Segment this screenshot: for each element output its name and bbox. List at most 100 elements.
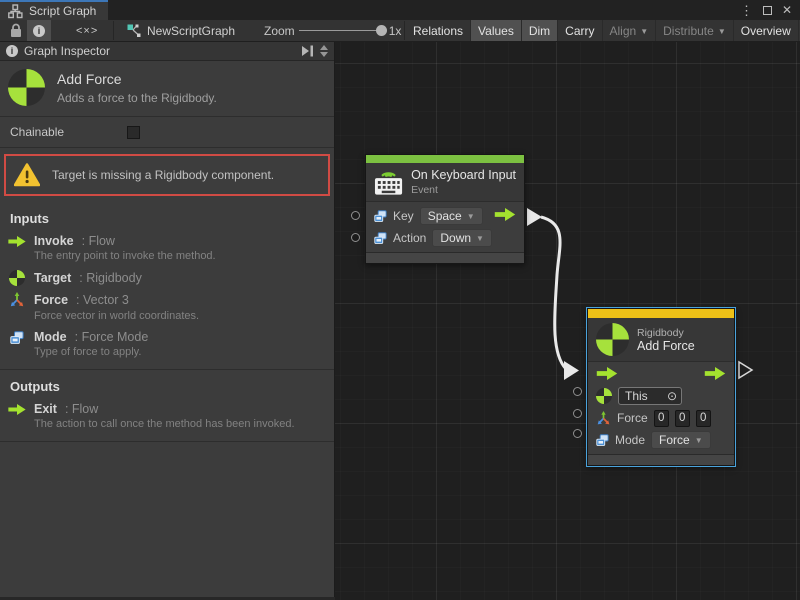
lock-button[interactable] [3, 20, 29, 41]
port-description: The entry point to invoke the method. [34, 250, 324, 262]
tab-script-graph[interactable]: Script Graph [0, 0, 108, 20]
inspector-header: i Graph Inspector [0, 42, 334, 61]
divider [0, 147, 334, 148]
divider [0, 441, 334, 442]
close-icon[interactable]: ✕ [782, 4, 792, 16]
node-category: Rigidbody [637, 327, 695, 339]
dim-button[interactable]: Dim [521, 20, 557, 41]
key-port[interactable] [351, 211, 360, 220]
chevron-down-icon: ▼ [476, 233, 484, 243]
unit-description: Adds a force to the Rigidbody. [57, 91, 217, 105]
input-row-target: Target Rigidbody [0, 267, 334, 289]
flow-continuation-arrow [739, 362, 752, 378]
flow-row [588, 365, 734, 385]
flow-arrow-icon [494, 208, 516, 221]
add-force-node[interactable]: Rigidbody Add Force This [587, 308, 735, 466]
kebab-menu-icon[interactable]: ⋮ [740, 4, 753, 17]
graph-breadcrumb[interactable]: NewScriptGraph [127, 24, 235, 38]
hierarchy-icon [8, 4, 23, 19]
key-row: Key Space▼ [366, 205, 524, 227]
vector3-icon [8, 292, 26, 308]
action-label: Action [393, 231, 426, 245]
scroll-up-icon[interactable] [320, 45, 328, 50]
port-description: Force vector in world coordinates. [34, 310, 324, 322]
connection-start-arrow [527, 208, 542, 226]
port-name: Exit [34, 402, 57, 416]
warning-box: Target is missing a Rigidbody component. [4, 154, 330, 196]
zoom-slider-handle[interactable] [376, 25, 387, 36]
dock-panel-icon[interactable] [301, 45, 315, 57]
flow-output-port[interactable] [704, 367, 726, 383]
inspector-title: Graph Inspector [24, 44, 110, 58]
flow-arrow-icon [8, 404, 26, 415]
align-dropdown[interactable]: Align▼ [602, 20, 656, 41]
graph-toolbar: i <×> NewScriptGraph Zoom 1x Relations V… [0, 20, 800, 42]
force-x-field[interactable]: 0 [654, 410, 669, 427]
chevron-down-icon: ▼ [640, 26, 648, 36]
graph-inspector-panel: i Graph Inspector Add Force Adds a force… [0, 42, 335, 597]
mode-dropdown[interactable]: Force▼ [651, 431, 711, 449]
graph-canvas[interactable]: On Keyboard Input Event Key Space▼ [335, 42, 800, 600]
flow-arrow-icon [8, 236, 26, 247]
zoom-slider[interactable] [299, 30, 385, 31]
flow-arrow-icon [596, 367, 618, 380]
port-name: Mode [34, 330, 67, 344]
key-dropdown[interactable]: Space▼ [420, 207, 483, 225]
chevron-down-icon: ▼ [467, 211, 475, 221]
node-footer [366, 252, 524, 263]
force-row: Force 0 0 0 [588, 407, 734, 429]
relations-button[interactable]: Relations [406, 20, 470, 41]
input-row-invoke: Invoke Flow The entry point to invoke the… [0, 231, 334, 267]
node-header[interactable]: On Keyboard Input Event [366, 163, 524, 202]
flow-input-port[interactable] [596, 367, 618, 383]
force-y-field[interactable]: 0 [675, 410, 690, 427]
values-button[interactable]: Values [470, 20, 521, 41]
port-type: Flow [82, 234, 115, 248]
force-port[interactable] [573, 409, 582, 418]
port-name: Invoke [34, 234, 74, 248]
mode-port[interactable] [573, 429, 582, 438]
port-name: Target [34, 271, 71, 285]
window-controls: ⋮ ✕ [740, 0, 800, 20]
rigidbody-icon [8, 270, 26, 286]
toolbar-toggle-group: Relations Values Dim Carry Align▼ Distri… [406, 20, 800, 41]
event-node-color-bar [366, 155, 524, 163]
enum-icon [374, 210, 387, 222]
rigidbody-icon [8, 69, 45, 106]
target-object-field[interactable]: This ⊙ [618, 387, 682, 405]
node-header[interactable]: Rigidbody Add Force [588, 318, 734, 362]
force-label: Force [617, 411, 648, 425]
on-keyboard-input-node[interactable]: On Keyboard Input Event Key Space▼ [365, 154, 525, 264]
connection-end-arrow [564, 361, 579, 380]
warning-text: Target is missing a Rigidbody component. [52, 168, 274, 182]
carry-button[interactable]: Carry [557, 20, 601, 41]
scroll-spinners[interactable] [320, 45, 328, 57]
port-type: Rigidbody [79, 271, 142, 285]
enum-icon [8, 331, 26, 344]
trigger-output-port[interactable] [494, 208, 516, 224]
target-port[interactable] [573, 387, 582, 396]
maximize-icon[interactable] [763, 6, 772, 15]
overview-button[interactable]: Overview [733, 20, 798, 41]
target-row: This ⊙ [588, 385, 734, 407]
key-label: Key [393, 209, 414, 223]
object-picker-icon[interactable]: ⊙ [667, 390, 677, 402]
action-port[interactable] [351, 233, 360, 242]
action-dropdown[interactable]: Down▼ [432, 229, 492, 247]
toolbar-separator [404, 21, 405, 40]
force-z-field[interactable]: 0 [696, 410, 711, 427]
warning-node-color-bar [588, 309, 734, 318]
warning-triangle-icon [14, 163, 40, 187]
distribute-dropdown[interactable]: Distribute▼ [655, 20, 733, 41]
scroll-down-icon[interactable] [320, 52, 328, 57]
rigidbody-icon [596, 388, 612, 404]
enum-icon [596, 434, 609, 446]
chainable-checkbox[interactable] [127, 126, 140, 139]
outputs-header: Outputs [0, 370, 334, 399]
chainable-label: Chainable [10, 125, 64, 139]
inspector-toggle-button[interactable]: i [27, 20, 51, 41]
chevron-down-icon: ▼ [695, 435, 703, 445]
code-preview-button[interactable]: <×> [70, 20, 104, 41]
node-subtitle: Event [411, 184, 516, 196]
port-description: Type of force to apply. [34, 346, 324, 358]
